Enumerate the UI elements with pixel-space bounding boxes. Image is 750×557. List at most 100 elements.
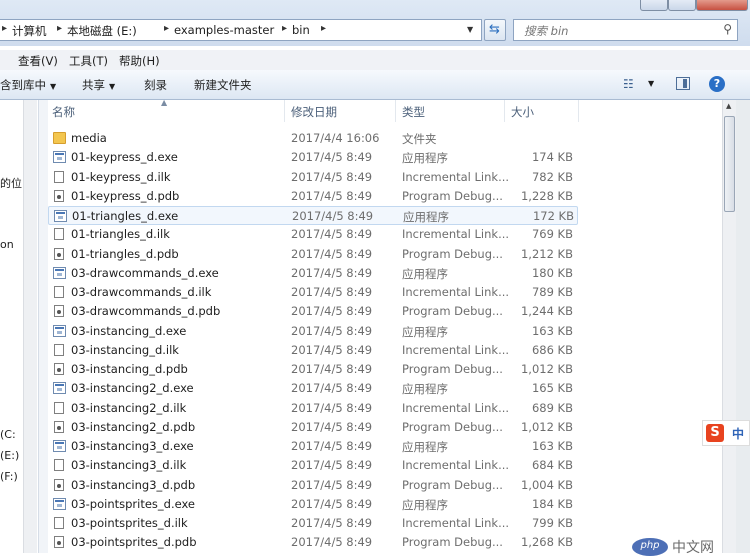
file-date: 2017/4/4 16:06 <box>291 131 380 145</box>
maximize-button[interactable] <box>668 0 696 11</box>
file-row[interactable]: 03-pointsprites_d.exe 2017/4/5 8:49 应用程序 18… <box>48 495 578 514</box>
pdb-icon <box>54 420 64 433</box>
file-row[interactable]: 03-drawcommands_d.pdb 2017/4/5 8:49 Progra… <box>48 302 578 321</box>
file-row[interactable]: 03-instancing2_d.ilk 2017/4/5 8:49 Increme… <box>48 399 578 418</box>
refresh-icon: ⇆ <box>489 22 500 37</box>
ilk-icon <box>54 343 64 356</box>
file-date: 2017/4/5 8:49 <box>291 304 373 319</box>
menu-view[interactable]: 查看(V) <box>18 53 58 69</box>
breadcrumb-bin[interactable]: bin <box>292 23 310 37</box>
file-size: 184 KB <box>531 496 573 511</box>
column-type[interactable]: 类型 <box>402 104 425 120</box>
file-date: 2017/4/5 8:49 <box>291 439 373 453</box>
chevron-right-icon[interactable]: ▸ <box>321 23 326 34</box>
include-in-library-button[interactable]: 含到库中 ▼ <box>0 77 56 93</box>
chevron-right-icon[interactable]: ▸ <box>164 23 169 34</box>
column-size[interactable]: 大小 <box>511 104 534 120</box>
pane-splitter[interactable] <box>38 100 48 553</box>
file-name: 01-triangles_d.pdb <box>71 246 179 261</box>
file-row[interactable]: 03-drawcommands_d.exe 2017/4/5 8:49 应用程序 18… <box>48 264 578 283</box>
exe-icon <box>53 324 66 337</box>
nav-drive-f[interactable]: (F:) <box>0 470 18 483</box>
file-row[interactable]: 03-pointsprites_d.ilk 2017/4/5 8:49 Increm… <box>48 514 578 533</box>
file-row[interactable]: 03-instancing_d.pdb 2017/4/5 8:49 Program … <box>48 360 578 379</box>
file-row[interactable]: 03-instancing3_d.ilk 2017/4/5 8:49 Increme… <box>48 456 578 475</box>
breadcrumb-computer[interactable]: 计算机 <box>12 23 47 39</box>
file-row[interactable]: 03-instancing3_d.pdb 2017/4/5 8:49 Program… <box>48 476 578 495</box>
file-date: 2017/4/5 8:49 <box>291 362 373 376</box>
nav-fragment[interactable]: 的位 <box>0 175 22 191</box>
exe-icon <box>53 382 66 395</box>
file-row[interactable]: 01-triangles_d.ilk 2017/4/5 8:49 Increment… <box>48 225 578 244</box>
help-icon[interactable]: ? <box>709 76 725 92</box>
file-row[interactable]: 01-keypress_d.pdb 2017/4/5 8:49 Program De… <box>48 187 578 206</box>
breadcrumb-drive-e[interactable]: 本地磁盘 (E:) <box>67 23 137 39</box>
share-button[interactable]: 共享 ▼ <box>82 77 115 93</box>
nav-scrollbar[interactable] <box>23 100 37 553</box>
chevron-right-icon[interactable]: ▸ <box>282 23 287 34</box>
file-row[interactable]: 03-instancing_d.exe 2017/4/5 8:49 应用程序 163 … <box>48 322 578 341</box>
file-row[interactable]: 01-triangles_d.pdb 2017/4/5 8:49 Program D… <box>48 245 578 264</box>
column-divider[interactable] <box>504 100 505 122</box>
file-row[interactable]: media 2017/4/4 16:06 文件夹 <box>48 129 578 148</box>
menu-tools[interactable]: 工具(T) <box>69 53 108 69</box>
search-input[interactable] <box>522 22 716 40</box>
ime-mode-label[interactable]: 中 <box>732 425 744 442</box>
file-name: 01-triangles_d.ilk <box>71 227 170 242</box>
view-options-icon[interactable]: ☷ <box>623 77 634 91</box>
file-row[interactable]: 03-instancing_d.ilk 2017/4/5 8:49 Incremen… <box>48 341 578 360</box>
refresh-button[interactable]: ⇆ <box>484 19 506 41</box>
nav-drive-c[interactable]: (C: <box>0 428 16 441</box>
ilk-icon <box>54 170 64 183</box>
column-date[interactable]: 修改日期 <box>291 104 337 120</box>
scroll-up-icon[interactable]: ▲ <box>726 102 731 110</box>
address-bar[interactable]: ▸ 计算机 ▸ 本地磁盘 (E:) ▸ examples-master ▸ bi… <box>0 19 482 41</box>
watermark-text: 中文网 <box>672 540 714 556</box>
file-row[interactable]: 03-instancing2_d.exe 2017/4/5 8:49 应用程序 165… <box>48 379 578 398</box>
ime-toolbar[interactable]: S 中 <box>702 420 750 446</box>
menu-help[interactable]: 帮助(H) <box>119 53 160 69</box>
file-date: 2017/4/5 8:49 <box>291 496 373 511</box>
file-row[interactable]: 03-instancing2_d.pdb 2017/4/5 8:49 Program… <box>48 418 578 437</box>
chevron-right-icon[interactable]: ▸ <box>57 23 62 34</box>
minimize-button[interactable] <box>640 0 668 11</box>
watermark-badge: php <box>632 538 668 556</box>
file-size: 180 KB <box>531 265 573 280</box>
file-date: 2017/4/5 8:49 <box>291 227 373 242</box>
file-date: 2017/4/5 8:49 <box>291 342 373 357</box>
search-box[interactable]: ⚲ <box>513 19 738 41</box>
nav-fragment[interactable]: on <box>0 238 14 251</box>
nav-drive-e[interactable]: (E:) <box>0 449 19 462</box>
chevron-down-icon[interactable]: ▼ <box>648 79 654 88</box>
file-size: 689 KB <box>531 400 573 415</box>
close-button[interactable] <box>696 0 748 11</box>
file-name: 03-drawcommands_d.pdb <box>71 304 221 319</box>
file-size: 684 KB <box>531 458 573 473</box>
file-name: 03-pointsprites_d.pdb <box>71 535 197 550</box>
search-icon[interactable]: ⚲ <box>723 22 732 36</box>
column-divider[interactable] <box>395 100 396 122</box>
window-controls <box>640 0 750 12</box>
scrollbar-thumb[interactable] <box>724 116 735 212</box>
file-row[interactable]: 01-keypress_d.ilk 2017/4/5 8:49 Incrementa… <box>48 168 578 187</box>
column-name[interactable]: 名称 <box>52 104 75 120</box>
column-divider[interactable] <box>578 100 579 122</box>
file-row[interactable]: 03-pointsprites_d.pdb 2017/4/5 8:49 Progra… <box>48 533 578 552</box>
file-row[interactable]: 01-triangles_d.exe 2017/4/5 8:49 应用程序 172 K… <box>48 206 578 225</box>
file-name: 03-instancing_d.pdb <box>71 362 188 376</box>
burn-button[interactable]: 刻录 <box>144 77 167 93</box>
include-in-library-label: 含到库中 <box>0 78 46 92</box>
file-row[interactable]: 03-drawcommands_d.ilk 2017/4/5 8:49 Increm… <box>48 283 578 302</box>
file-row[interactable]: 01-keypress_d.exe 2017/4/5 8:49 应用程序 174 KB <box>48 148 578 167</box>
share-label: 共享 <box>82 78 105 92</box>
file-date: 2017/4/5 8:49 <box>291 323 373 338</box>
new-folder-button[interactable]: 新建文件夹 <box>194 77 252 93</box>
chevron-down-icon[interactable]: ▼ <box>467 25 473 34</box>
file-list-scrollbar[interactable]: ▲ <box>722 100 736 553</box>
preview-pane-icon[interactable] <box>676 77 690 90</box>
breadcrumb-examples-master[interactable]: examples-master <box>174 23 274 37</box>
column-divider[interactable] <box>284 100 285 122</box>
file-type: 应用程序 <box>402 497 448 512</box>
file-date: 2017/4/5 8:49 <box>292 209 374 223</box>
file-row[interactable]: 03-instancing3_d.exe 2017/4/5 8:49 应用程序 163… <box>48 437 578 456</box>
